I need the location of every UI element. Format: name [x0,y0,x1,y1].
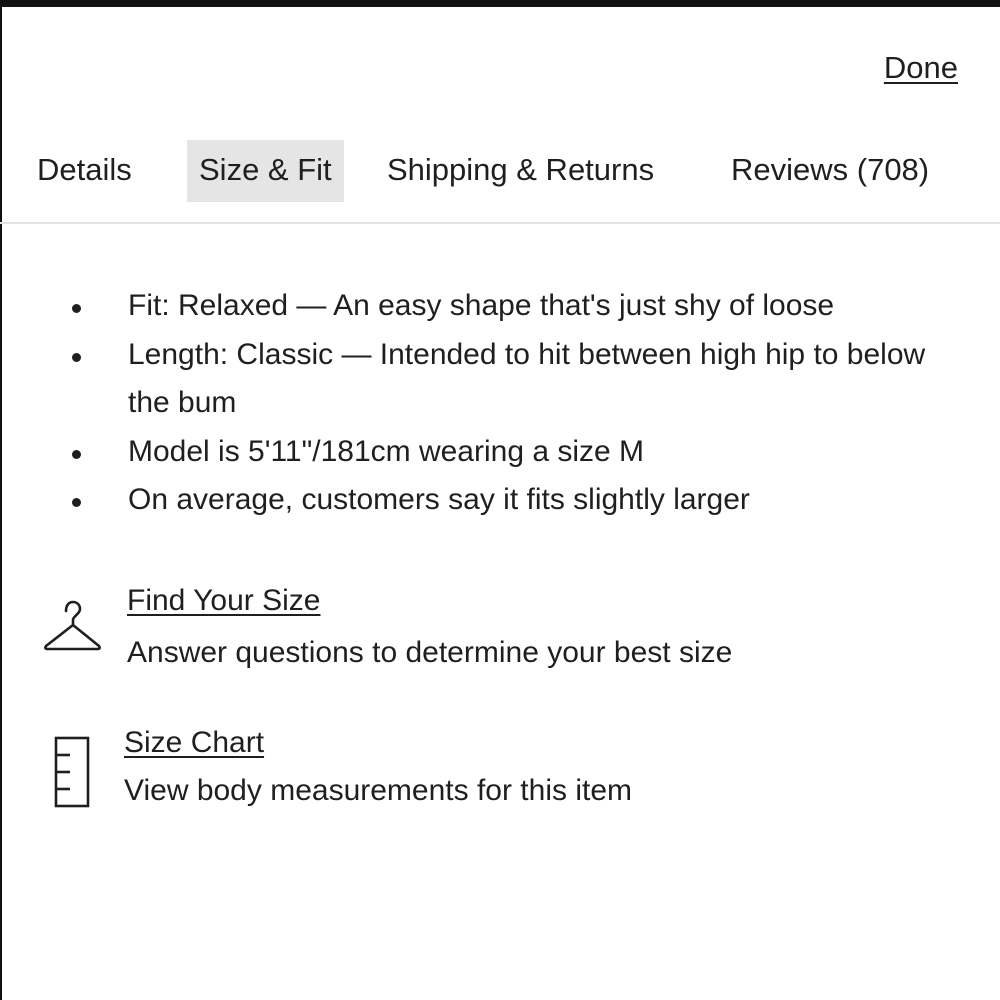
tab-shipping-returns[interactable]: Shipping & Returns [387,140,654,202]
tab-reviews[interactable]: Reviews (708) [731,140,929,202]
list-item: Fit: Relaxed — An easy shape that's just… [0,282,1000,331]
size-chart-link[interactable]: Size Chart [124,726,264,760]
list-item: Model is 5'11"/181cm wearing a size M [0,428,1000,477]
top-border [0,0,1000,7]
length-text: Length: Classic — Intended to hit betwee… [128,337,926,420]
bullet-icon [72,304,81,313]
find-your-size-link[interactable]: Find Your Size [127,584,320,618]
tab-divider [0,222,1000,224]
bullet-icon [72,498,81,507]
customer-fit-text: On average, customers say it fits slight… [128,483,750,516]
list-item: On average, customers say it fits slight… [0,476,1000,525]
tab-details[interactable]: Details [37,140,132,202]
fit-details-list: Fit: Relaxed — An easy shape that's just… [0,282,1000,525]
hanger-icon [42,598,102,659]
model-size-text: Model is 5'11"/181cm wearing a size M [128,434,645,468]
tab-bar: Details Size & Fit Shipping & Returns Re… [0,140,1000,202]
find-your-size-description: Answer questions to determine your best … [127,636,733,669]
tab-size-fit[interactable]: Size & Fit [187,140,344,202]
size-chart-description: View body measurements for this item [124,774,632,807]
done-button[interactable]: Done [884,50,958,86]
list-item: Length: Classic — Intended to hit betwee… [0,331,1000,428]
fit-text: Fit: Relaxed — An easy shape that's just… [128,289,835,322]
ruler-icon [54,736,92,815]
bullet-icon [72,449,81,459]
bullet-icon [72,352,81,362]
